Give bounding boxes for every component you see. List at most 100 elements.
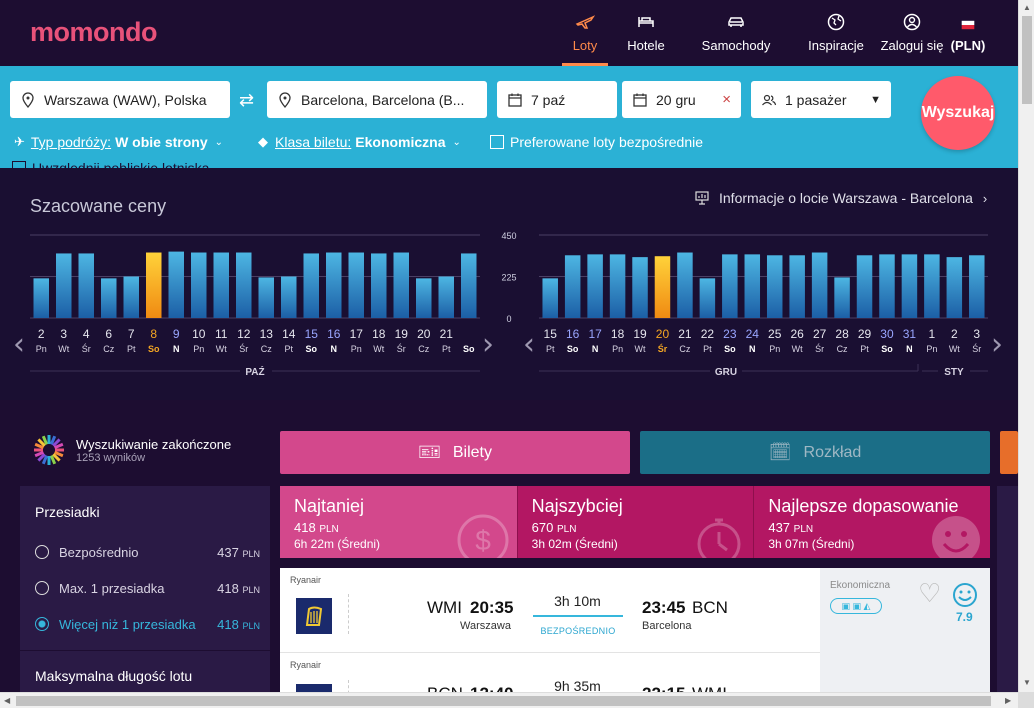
price-bar[interactable] — [699, 278, 716, 318]
stops-option-more[interactable]: Więcej niż 1 przesiadka 418 PLN — [35, 614, 260, 634]
horizontal-scrollbar[interactable]: ◀ ▶ — [0, 692, 1018, 708]
sort-best[interactable]: Najlepsze dopasowanie 437 PLN 3h 07m (Śr… — [753, 486, 991, 558]
chart-arrow-right-icon[interactable]: › — [482, 327, 494, 362]
price-bar[interactable] — [393, 252, 410, 318]
price-bar[interactable] — [461, 253, 477, 318]
radio-button-selected[interactable] — [35, 617, 49, 631]
price-bar[interactable] — [856, 255, 873, 318]
right-side-panel — [997, 486, 1018, 692]
price-bar[interactable] — [33, 278, 50, 318]
price-bar[interactable] — [56, 253, 72, 318]
price-bar[interactable] — [879, 254, 895, 318]
weekday-label: N — [749, 344, 756, 354]
price-bar[interactable] — [924, 254, 940, 318]
scroll-down-icon[interactable]: ▼ — [1023, 678, 1031, 687]
stops-option-direct[interactable]: Bezpośrednio 437 PLN — [35, 542, 260, 562]
nav-login[interactable]: Zaloguj się — [880, 0, 944, 66]
nav-hotels[interactable]: Hotele — [622, 0, 670, 66]
price-bar[interactable] — [542, 278, 558, 318]
clear-return-icon[interactable]: × — [722, 91, 731, 108]
price-bar[interactable] — [168, 251, 185, 318]
price-bar[interactable] — [213, 252, 230, 318]
radio-button[interactable] — [35, 545, 49, 559]
price-bar[interactable] — [416, 278, 432, 318]
price-bar[interactable] — [258, 277, 275, 318]
nav-flights[interactable]: Loty — [562, 0, 608, 66]
sort-cheapest[interactable]: Najtaniej 418 PLN 6h 22m (Średni) $ — [280, 486, 517, 558]
duration-filter-title: Maksymalna długość lotu — [35, 668, 193, 684]
price-bar[interactable] — [236, 252, 252, 318]
weekday-label: Cz — [418, 344, 429, 354]
direct-flights-checkbox[interactable]: Preferowane loty bezpośrednie — [490, 134, 703, 150]
destination-input[interactable]: Barcelona, Barcelona (B... — [267, 81, 487, 118]
search-button[interactable]: Wyszukaj — [921, 76, 995, 150]
price-bar[interactable] — [587, 254, 603, 318]
day-number-label: 23 — [723, 327, 737, 341]
price-bar[interactable] — [348, 252, 365, 318]
price-bar[interactable] — [766, 255, 783, 318]
flight-result-card[interactable]: Ryanair WMI 20:35 Warszawa 3h 10m BEZPOŚ… — [280, 568, 990, 692]
nav-currency[interactable]: (PLN) — [948, 0, 988, 66]
price-bar[interactable] — [281, 276, 297, 319]
tab-more[interactable] — [1000, 431, 1018, 474]
price-bar[interactable] — [969, 255, 985, 318]
weekday-label: Śr — [815, 343, 824, 354]
price-bar[interactable] — [632, 257, 648, 318]
price-bar[interactable] — [789, 255, 805, 318]
weekday-label: So — [881, 344, 893, 354]
depart-date-input[interactable]: 7 paź — [497, 81, 617, 118]
price-bar[interactable] — [744, 254, 761, 318]
sort-fastest[interactable]: Najszybciej 670 PLN 3h 02m (Średni) — [516, 486, 754, 558]
return-date-value: 20 gru — [656, 91, 696, 108]
momondo-logo[interactable]: momondo — [30, 17, 157, 48]
scrollbar-thumb[interactable] — [16, 696, 991, 706]
heart-icon[interactable]: ♡ — [918, 580, 941, 606]
day-number-label: 7 — [128, 327, 135, 341]
scroll-right-icon[interactable]: ▶ — [1005, 696, 1011, 705]
chart-arrow-left-icon[interactable]: ‹ — [523, 327, 535, 362]
swap-icon[interactable]: ⇄ — [239, 90, 254, 111]
price-bar[interactable] — [371, 253, 387, 318]
price-bar[interactable] — [123, 276, 140, 319]
vertical-scrollbar[interactable]: ▲ ▼ — [1018, 0, 1034, 692]
origin-input[interactable]: Warszawa (WAW), Polska — [10, 81, 230, 118]
checkbox-box[interactable] — [490, 135, 504, 149]
price-bar[interactable] — [677, 252, 693, 318]
price-bar[interactable] — [834, 277, 850, 318]
stops-option-max1[interactable]: Max. 1 przesiadka 418 PLN — [35, 578, 260, 598]
radio-button[interactable] — [35, 581, 49, 595]
day-number-label: 30 — [880, 327, 894, 341]
price-bar[interactable] — [811, 252, 828, 318]
price-bar[interactable] — [438, 276, 455, 319]
price-bar[interactable] — [946, 257, 963, 318]
price-bar[interactable] — [654, 256, 671, 318]
price-bar[interactable] — [146, 252, 162, 318]
weekday-label: Pn — [36, 344, 47, 354]
price-bar[interactable] — [78, 253, 95, 318]
scroll-up-icon[interactable]: ▲ — [1023, 3, 1031, 12]
day-number-label: 20 — [656, 327, 670, 341]
price-bar[interactable] — [191, 252, 207, 318]
location-pin-icon — [22, 91, 34, 108]
price-bar[interactable] — [326, 252, 342, 318]
price-bar[interactable] — [901, 254, 918, 318]
weekday-label: Śr — [239, 343, 248, 354]
chart-arrow-right-icon[interactable]: › — [991, 327, 1003, 362]
scroll-left-icon[interactable]: ◀ — [4, 696, 10, 705]
nav-cars[interactable]: Samochody — [698, 0, 774, 66]
passengers-select[interactable]: 1 pasażer ▼ — [751, 81, 891, 118]
chart-arrow-left-icon[interactable]: ‹ — [13, 327, 25, 362]
cabin-class-dropdown[interactable]: ◆ Klasa biletu: Ekonomiczna ⌄ — [258, 134, 461, 150]
trip-type-value: W obie strony — [115, 134, 208, 150]
price-bar[interactable] — [722, 254, 738, 318]
return-date-input[interactable]: 20 gru × — [622, 81, 741, 118]
trip-type-dropdown[interactable]: ✈ Typ podróży: W obie strony ⌄ — [14, 134, 223, 150]
scrollbar-thumb[interactable] — [1022, 16, 1032, 104]
tab-tickets[interactable]: 🎫︎ Bilety — [280, 431, 630, 474]
price-bar[interactable] — [609, 254, 626, 318]
tab-schedule[interactable]: 🗓︎ Rozkład — [640, 431, 990, 474]
nav-inspiration[interactable]: Inspiracje — [804, 0, 868, 66]
price-bar[interactable] — [101, 278, 117, 318]
price-bar[interactable] — [564, 255, 581, 318]
price-bar[interactable] — [303, 253, 320, 318]
